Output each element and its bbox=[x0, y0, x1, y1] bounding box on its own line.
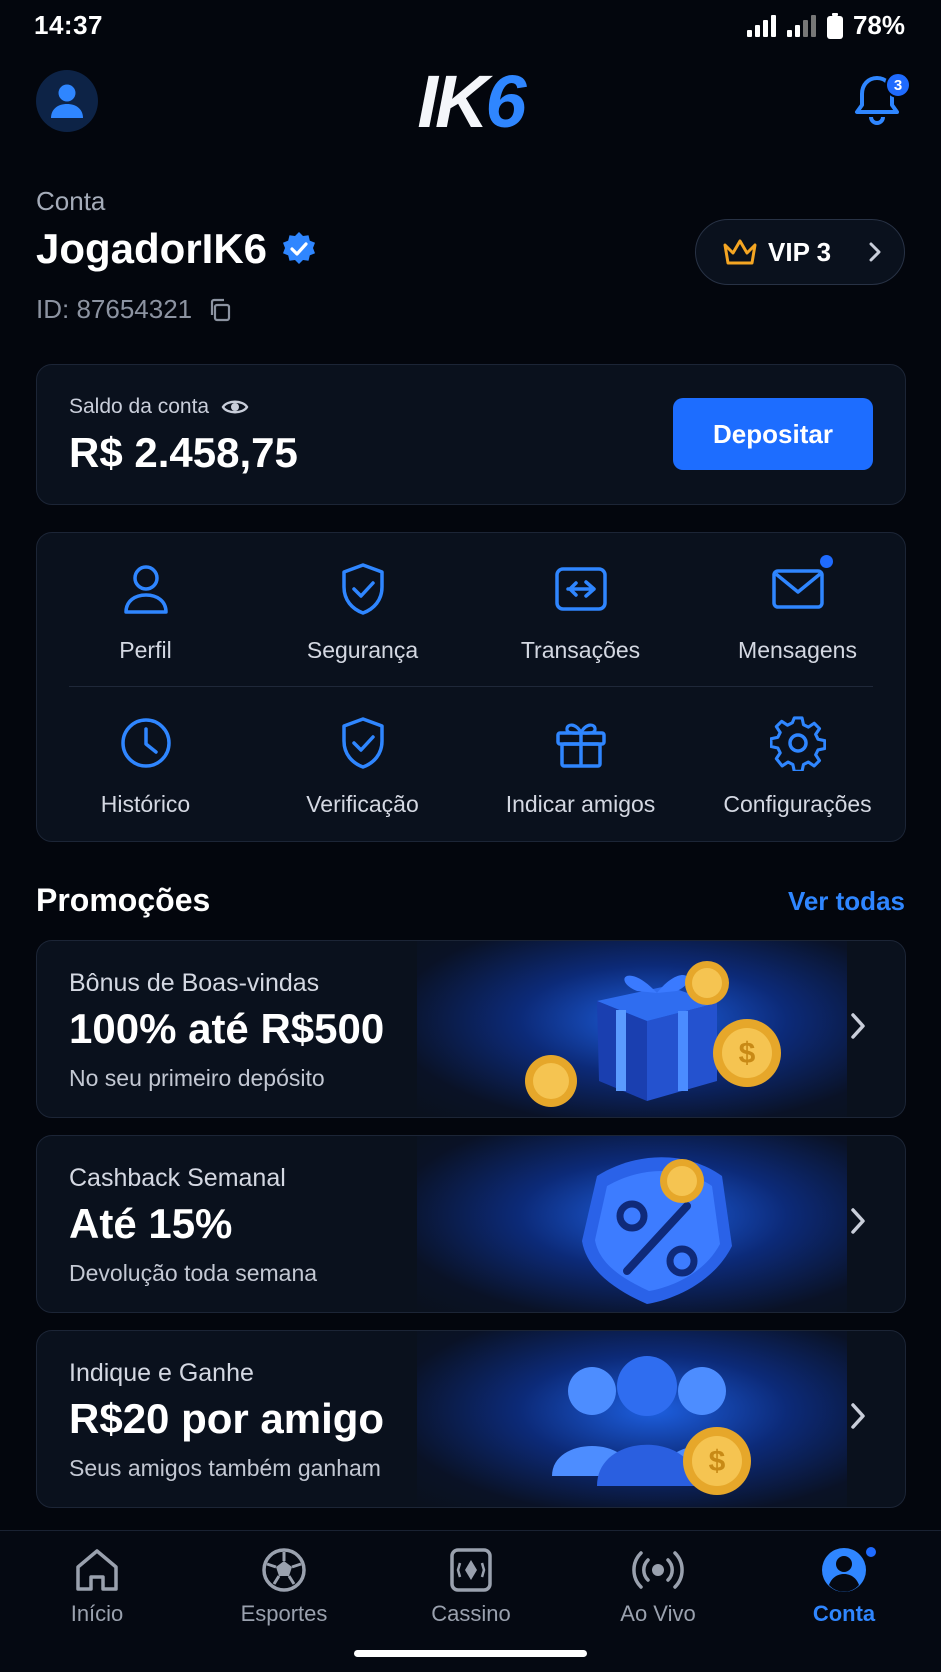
promo-card-welcome-bonus[interactable]: Bônus de Boas-vindas 100% até R$500 No s… bbox=[36, 940, 906, 1118]
notification-badge: 3 bbox=[885, 72, 911, 98]
soccer-ball-icon bbox=[262, 1548, 306, 1592]
chevron-right-icon bbox=[851, 1403, 865, 1429]
shield-check-icon bbox=[341, 563, 384, 615]
svg-text:$: $ bbox=[709, 1445, 726, 1478]
promo-subtitle: Cashback Semanal bbox=[69, 1164, 286, 1192]
promo-card-refer-friend[interactable]: Indique e Ganhe R$20 por amigo Seus amig… bbox=[36, 1330, 906, 1508]
menu-item-transacoes[interactable]: Transações bbox=[472, 533, 689, 683]
chevron-right-icon bbox=[851, 1208, 865, 1234]
username: JogadorIK6 bbox=[36, 225, 268, 272]
eye-icon[interactable] bbox=[221, 397, 249, 417]
balance-label: Saldo da conta bbox=[69, 395, 210, 418]
promo-description: Seus amigos também ganham bbox=[69, 1455, 381, 1481]
casino-icon bbox=[450, 1548, 492, 1592]
tab-label: Início bbox=[70, 1601, 124, 1626]
battery-percent: 78% bbox=[852, 10, 905, 40]
svg-text:$: $ bbox=[739, 1037, 756, 1070]
promo-description: Devolução toda semana bbox=[69, 1260, 318, 1286]
see-all-link[interactable]: Ver todas bbox=[788, 886, 905, 917]
account-id: ID: 87654321 bbox=[36, 294, 193, 324]
menu-item-mensagens[interactable]: Mensagens bbox=[689, 533, 906, 683]
promo-headline: Até 15% bbox=[69, 1200, 233, 1247]
promo-headline: R$20 por amigo bbox=[69, 1395, 385, 1442]
home-indicator bbox=[354, 1650, 587, 1657]
account-menu-grid: Perfil Segurança Transações Mensagens Hi… bbox=[36, 532, 906, 842]
logo-text-6: 6 bbox=[485, 60, 526, 143]
battery-icon bbox=[826, 12, 843, 39]
menu-item-label: Histórico bbox=[100, 791, 191, 817]
mail-icon bbox=[771, 569, 824, 609]
tab-inicio[interactable]: Início bbox=[3, 1547, 191, 1627]
chevron-right-icon bbox=[869, 242, 881, 262]
menu-item-label: Perfil bbox=[119, 637, 172, 663]
percent-badge-art bbox=[582, 1157, 732, 1304]
home-icon bbox=[76, 1549, 118, 1591]
menu-item-seguranca[interactable]: Segurança bbox=[254, 533, 471, 683]
promo-description: No seu primeiro depósito bbox=[69, 1065, 325, 1091]
app-logo: IK6 bbox=[0, 62, 941, 142]
menu-item-label: Transações bbox=[520, 637, 641, 663]
account-name-row: JogadorIK6 bbox=[36, 225, 317, 273]
shield-check-icon bbox=[341, 717, 384, 769]
clock-icon bbox=[120, 718, 171, 768]
balance-card: Saldo da conta R$ 2.458,75 Depositar bbox=[36, 364, 906, 505]
tab-esportes[interactable]: Esportes bbox=[190, 1547, 378, 1627]
copy-icon[interactable] bbox=[208, 298, 232, 322]
account-label: Conta bbox=[36, 186, 106, 216]
crown-icon bbox=[723, 239, 757, 265]
chevron-right-icon bbox=[851, 1013, 865, 1039]
promotions-title: Promoções bbox=[36, 882, 211, 918]
menu-item-historico[interactable]: Histórico bbox=[37, 687, 254, 837]
tab-label: Ao Vivo bbox=[620, 1601, 696, 1626]
menu-item-label: Verificação bbox=[306, 791, 419, 817]
menu-item-label: Mensagens bbox=[738, 637, 857, 663]
menu-item-label: Segurança bbox=[306, 637, 419, 663]
vip-level-button[interactable]: VIP 3 bbox=[695, 219, 905, 285]
promo-subtitle: Indique e Ganhe bbox=[69, 1359, 254, 1387]
status-indicators: 78% bbox=[746, 10, 905, 41]
menu-item-label: Configurações bbox=[723, 791, 872, 817]
user-icon bbox=[123, 565, 168, 614]
logo-text-ik: IK bbox=[417, 60, 488, 143]
account-tab-dot bbox=[864, 1545, 878, 1559]
transfer-icon bbox=[554, 567, 607, 611]
menu-item-verificacao[interactable]: Verificação bbox=[254, 687, 471, 837]
live-broadcast-icon bbox=[632, 1551, 684, 1589]
menu-item-label: Indicar amigos bbox=[505, 791, 656, 817]
gift-coins-art: $ bbox=[525, 961, 781, 1107]
promo-subtitle: Bônus de Boas-vindas bbox=[69, 969, 320, 997]
menu-item-perfil[interactable]: Perfil bbox=[37, 533, 254, 683]
gift-icon bbox=[555, 723, 606, 768]
tab-conta[interactable]: Conta bbox=[750, 1547, 938, 1627]
promo-headline: 100% até R$500 bbox=[69, 1005, 385, 1052]
deposit-button[interactable]: Depositar bbox=[673, 398, 873, 470]
account-id-row: ID: 87654321 bbox=[36, 294, 232, 325]
unread-dot bbox=[819, 555, 833, 568]
balance-value: R$ 2.458,75 bbox=[69, 429, 298, 476]
tab-label: Esportes bbox=[240, 1601, 328, 1626]
account-icon bbox=[822, 1548, 866, 1592]
gear-icon bbox=[769, 716, 826, 771]
tab-ao-vivo[interactable]: Ao Vivo bbox=[564, 1547, 752, 1627]
friends-coin-art: $ bbox=[552, 1356, 751, 1495]
menu-item-configuracoes[interactable]: Configurações bbox=[689, 687, 906, 837]
tab-label: Cassino bbox=[431, 1601, 511, 1626]
vip-label: VIP 3 bbox=[768, 236, 832, 267]
balance-label-row: Saldo da conta bbox=[69, 395, 249, 419]
menu-item-indicar-amigos[interactable]: Indicar amigos bbox=[472, 687, 689, 837]
status-time: 14:37 bbox=[34, 10, 103, 40]
signal-icon bbox=[746, 14, 776, 37]
tab-label: Conta bbox=[812, 1601, 876, 1626]
signal-secondary-icon bbox=[786, 14, 816, 37]
promo-card-weekly-cashback[interactable]: Cashback Semanal Até 15% Devolução toda … bbox=[36, 1135, 906, 1313]
tab-cassino[interactable]: Cassino bbox=[377, 1547, 565, 1627]
verified-badge-icon bbox=[283, 232, 316, 264]
